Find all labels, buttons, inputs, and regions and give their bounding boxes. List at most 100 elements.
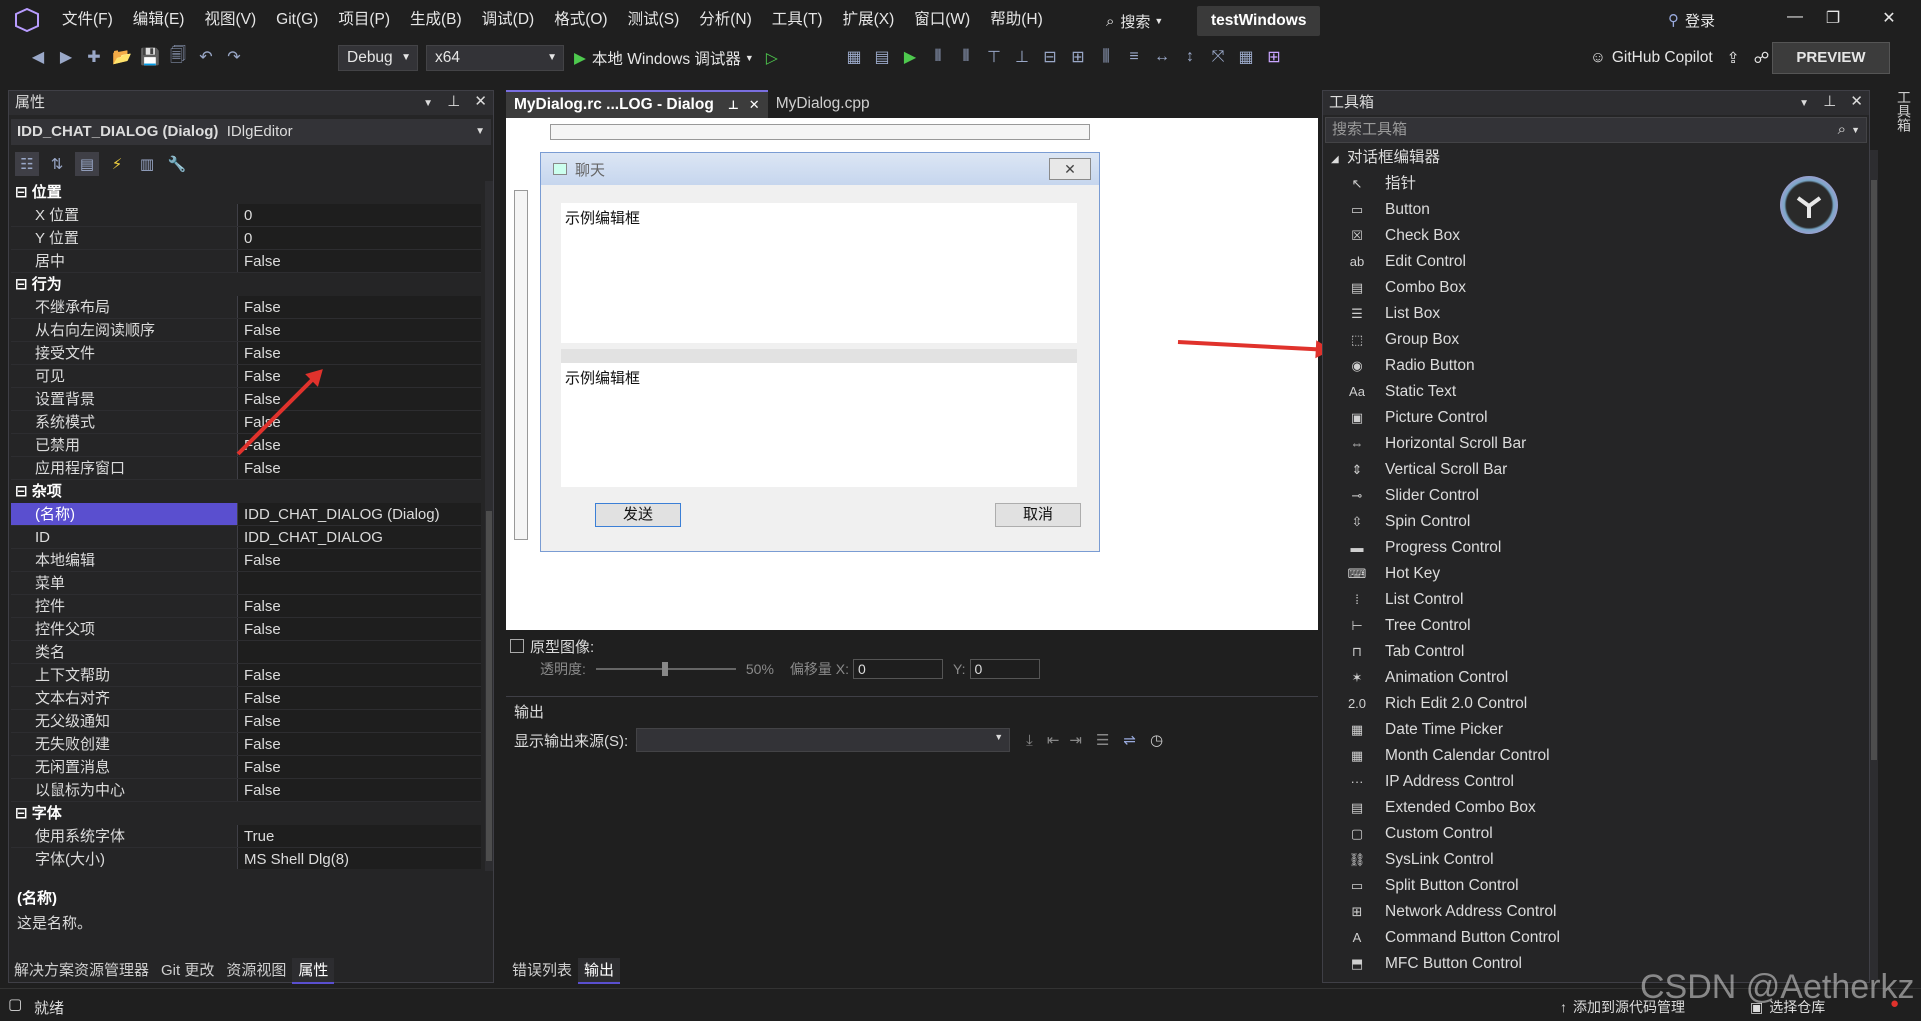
toolbox-item[interactable]: ✶ Animation Control bbox=[1323, 665, 1869, 691]
menu-item[interactable]: 扩展(X) bbox=[833, 0, 905, 40]
toolbox-item[interactable]: Aa Static Text bbox=[1323, 379, 1869, 405]
toolbox-item[interactable]: ▤ Combo Box bbox=[1323, 275, 1869, 301]
property-row[interactable]: 类名 bbox=[11, 641, 481, 664]
property-value[interactable]: False bbox=[237, 342, 481, 364]
horizontal-ruler[interactable] bbox=[550, 124, 1090, 140]
property-row[interactable]: 使用系统字体 True bbox=[11, 825, 481, 848]
property-row[interactable]: 不继承布局 False bbox=[11, 296, 481, 319]
pin-icon[interactable]: ⊥ bbox=[447, 93, 460, 110]
toolbox-item[interactable]: ▬ Progress Control bbox=[1323, 535, 1869, 561]
property-value[interactable]: False bbox=[237, 618, 481, 640]
property-category[interactable]: ⊟ 字体 bbox=[11, 802, 481, 825]
property-row[interactable]: 居中 False bbox=[11, 250, 481, 273]
same-height-icon[interactable]: ↕ bbox=[1179, 46, 1201, 68]
property-value[interactable]: False bbox=[237, 779, 481, 801]
property-value[interactable]: False bbox=[237, 250, 481, 272]
chat-dialog[interactable]: 聊天 ✕ 示例编辑框 示例编辑框 发送 取消 bbox=[540, 152, 1100, 552]
property-row[interactable]: (名称) IDD_CHAT_DIALOG (Dialog) bbox=[11, 503, 481, 526]
search-button[interactable]: ⌕ 搜索 ▼ bbox=[1106, 9, 1163, 33]
property-pages-icon[interactable]: 🔧 bbox=[165, 152, 189, 176]
property-category[interactable]: ⊟ 杂项 bbox=[11, 480, 481, 503]
menu-item[interactable]: 调试(D) bbox=[472, 0, 545, 40]
save-all-icon[interactable]: 🗐 bbox=[167, 46, 189, 68]
assistant-avatar[interactable] bbox=[1780, 176, 1838, 234]
configuration-select[interactable]: Debug ▼ bbox=[338, 45, 418, 71]
output-source-select[interactable]: ▼ bbox=[636, 728, 1011, 752]
preview-badge[interactable]: PREVIEW bbox=[1772, 42, 1890, 74]
same-width-icon[interactable]: ↔ bbox=[1151, 46, 1173, 68]
property-row[interactable]: 接受文件 False bbox=[11, 342, 481, 365]
property-row[interactable]: X 位置 0 bbox=[11, 204, 481, 227]
menu-item[interactable]: 生成(B) bbox=[400, 0, 472, 40]
property-value[interactable]: IDD_CHAT_DIALOG bbox=[237, 526, 481, 548]
collapse-icon[interactable]: ⊟ bbox=[15, 805, 32, 822]
property-category[interactable]: ⊟ 位置 bbox=[11, 181, 481, 204]
property-row[interactable]: 可见 False bbox=[11, 365, 481, 388]
toolbox-item[interactable]: ⁞ List Control bbox=[1323, 587, 1869, 613]
property-row[interactable]: 应用程序窗口 False bbox=[11, 457, 481, 480]
menu-item[interactable]: 文件(F) bbox=[52, 0, 123, 40]
new-project-icon[interactable]: ✚ bbox=[83, 46, 105, 68]
restore-button[interactable]: ❐ bbox=[1808, 8, 1858, 32]
forward-icon[interactable]: ▶ bbox=[55, 46, 77, 68]
share-icon[interactable]: ⇪ bbox=[1727, 49, 1740, 68]
toolbox-side-tab[interactable]: 工具箱 bbox=[1884, 90, 1914, 150]
events-icon[interactable]: ⚡ bbox=[105, 152, 129, 176]
menu-item[interactable]: 窗口(W) bbox=[904, 0, 980, 40]
toolbox-item[interactable]: ⇕ Vertical Scroll Bar bbox=[1323, 457, 1869, 483]
resource-icon[interactable]: ▦ bbox=[843, 46, 865, 68]
panel-tab[interactable]: 输出 bbox=[578, 958, 621, 984]
collapse-icon[interactable]: ⊟ bbox=[15, 184, 32, 201]
property-row[interactable]: 无闲置消息 False bbox=[11, 756, 481, 779]
next-message-icon[interactable]: ⇥ bbox=[1069, 731, 1082, 749]
toolbox-item[interactable]: ▦ Month Calendar Control bbox=[1323, 743, 1869, 769]
toolbox-item[interactable]: ☰ List Box bbox=[1323, 301, 1869, 327]
clock-icon[interactable]: ◷ bbox=[1150, 731, 1163, 749]
opacity-slider[interactable] bbox=[595, 662, 736, 676]
property-value[interactable]: False bbox=[237, 664, 481, 686]
property-row[interactable]: 上下文帮助 False bbox=[11, 664, 481, 687]
menu-item[interactable]: 编辑(E) bbox=[123, 0, 195, 40]
property-row[interactable]: 菜单 bbox=[11, 572, 481, 595]
property-value[interactable]: False bbox=[237, 296, 481, 318]
properties-icon[interactable]: ▤ bbox=[75, 152, 99, 176]
send-button[interactable]: 发送 bbox=[595, 503, 681, 527]
panel-tab[interactable]: 资源视图 bbox=[220, 958, 292, 984]
property-value[interactable]: False bbox=[237, 388, 481, 410]
menu-item[interactable]: 格式(O) bbox=[544, 0, 617, 40]
property-value[interactable] bbox=[237, 572, 481, 594]
github-copilot-button[interactable]: ☺ GitHub Copilot ⇪ ☍ bbox=[1590, 45, 1769, 71]
toolbox-item[interactable]: ⊸ Slider Control bbox=[1323, 483, 1869, 509]
menu-item[interactable]: 项目(P) bbox=[328, 0, 400, 40]
toolbox-item[interactable]: ⬚ Group Box bbox=[1323, 327, 1869, 353]
panel-tab[interactable]: 属性 bbox=[292, 958, 335, 984]
property-row[interactable]: 设置背景 False bbox=[11, 388, 481, 411]
menu-item[interactable]: 帮助(H) bbox=[980, 0, 1053, 40]
vertical-ruler[interactable] bbox=[514, 190, 528, 540]
property-row[interactable]: Y 位置 0 bbox=[11, 227, 481, 250]
save-icon[interactable]: 💾 bbox=[139, 46, 161, 68]
property-value[interactable]: False bbox=[237, 710, 481, 732]
property-row[interactable]: 控件父项 False bbox=[11, 618, 481, 641]
property-row[interactable]: 控件 False bbox=[11, 595, 481, 618]
message-edit-box[interactable]: 示例编辑框 bbox=[561, 203, 1077, 343]
menu-item[interactable]: Git(G) bbox=[266, 0, 328, 40]
toolbox-item[interactable]: ⊢ Tree Control bbox=[1323, 613, 1869, 639]
login-button[interactable]: ⚲ 登录 bbox=[1668, 8, 1715, 32]
redo-icon[interactable]: ↷ bbox=[223, 46, 245, 68]
align-right-icon[interactable]: ⫴ bbox=[955, 46, 977, 68]
start-debugger-button[interactable]: ▶ 本地 Windows 调试器 ▼ ▷ bbox=[574, 45, 778, 71]
toolbox-item[interactable]: ab Edit Control bbox=[1323, 249, 1869, 275]
toolbox-item[interactable]: ◉ Radio Button bbox=[1323, 353, 1869, 379]
alphabetical-icon[interactable]: ⇅ bbox=[45, 152, 69, 176]
align-top-icon[interactable]: ⊤ bbox=[983, 46, 1005, 68]
property-value[interactable]: False bbox=[237, 733, 481, 755]
property-row[interactable]: 从右向左阅读顺序 False bbox=[11, 319, 481, 342]
menu-item[interactable]: 工具(T) bbox=[762, 0, 833, 40]
collapse-icon[interactable]: ⊟ bbox=[15, 483, 32, 500]
toolbox-search-input[interactable]: 搜索工具箱 ⌕ ▼ bbox=[1325, 117, 1867, 143]
align-left-icon[interactable]: ⫴ bbox=[927, 46, 949, 68]
property-row[interactable]: ID IDD_CHAT_DIALOG bbox=[11, 526, 481, 549]
menu-item[interactable]: 视图(V) bbox=[194, 0, 266, 40]
close-window-button[interactable]: ✕ bbox=[1864, 8, 1914, 32]
